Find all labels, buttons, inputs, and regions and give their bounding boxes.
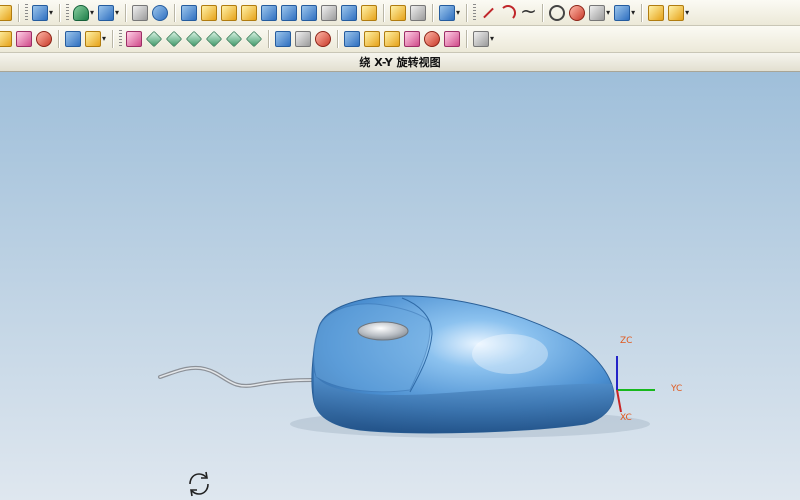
n-sided-icon[interactable] <box>85 31 101 47</box>
toolbar-separator <box>432 3 434 22</box>
view-title: 绕 X-Y 旋转视图 <box>0 53 800 72</box>
scroll-wheel <box>357 321 409 341</box>
project-curve-icon[interactable] <box>614 4 631 21</box>
toolbar-separator <box>268 30 270 48</box>
chevron-down-icon[interactable]: ▾ <box>456 8 460 17</box>
yc-axis-label: YC <box>671 384 683 394</box>
mouse-cable <box>158 365 314 388</box>
cylinder-icon[interactable] <box>32 4 48 21</box>
sweep-icon[interactable] <box>65 31 81 47</box>
bridge-icon[interactable] <box>315 31 332 47</box>
bounded-plane-icon[interactable] <box>126 31 143 47</box>
surface-icon[interactable] <box>0 31 12 47</box>
toolbar-separator <box>174 3 176 22</box>
toolbar-grip[interactable] <box>66 3 70 22</box>
snap-icon[interactable] <box>0 4 12 21</box>
sew-icon[interactable] <box>361 4 378 21</box>
mouse-buttons <box>313 303 431 393</box>
graphics-viewport[interactable]: ZC YC XC <box>0 72 800 500</box>
toolbar-separator <box>125 3 127 22</box>
toolbar-grip[interactable] <box>473 3 477 22</box>
match-edge-icon[interactable] <box>404 31 421 47</box>
chevron-down-icon[interactable]: ▾ <box>102 35 106 43</box>
chevron-down-icon[interactable]: ▾ <box>115 8 119 17</box>
chevron-down-icon[interactable]: ▾ <box>490 35 494 43</box>
circle-icon[interactable] <box>549 4 566 21</box>
toolbar-separator <box>542 3 544 22</box>
intersect-curve-icon[interactable] <box>668 4 685 21</box>
extrude-icon[interactable] <box>181 4 198 21</box>
toolbar-separator <box>58 30 59 48</box>
trim-body-icon[interactable] <box>321 4 338 21</box>
toolbar-separator <box>383 3 385 22</box>
patch-icon[interactable] <box>410 4 427 21</box>
chevron-down-icon[interactable]: ▾ <box>606 8 610 17</box>
chamfer-icon[interactable] <box>221 4 238 21</box>
xc-axis-label: XC <box>620 413 632 423</box>
toolbar-separator <box>59 3 61 22</box>
line-icon[interactable] <box>480 5 496 21</box>
offset-surface-icon[interactable] <box>205 30 223 48</box>
block-icon[interactable] <box>98 4 115 21</box>
shell-icon[interactable] <box>261 4 278 21</box>
rotate-surface-icon[interactable] <box>165 30 183 48</box>
offset-face-icon[interactable] <box>281 4 298 21</box>
xc-axis <box>616 389 622 413</box>
ruled-icon[interactable] <box>145 30 163 48</box>
toolbar-grip[interactable] <box>25 3 28 22</box>
enlarge-icon[interactable] <box>384 31 401 47</box>
global-shaping-icon[interactable] <box>344 31 361 47</box>
toolbar-separator <box>466 3 468 22</box>
boolean-unite-icon[interactable] <box>132 4 149 21</box>
split-body-icon[interactable] <box>341 4 358 21</box>
rotate-cursor-icon <box>189 471 209 497</box>
toolbar-row-1-icons: ▾ ▾ ▾ ▾ ▾ ▾ <box>0 0 691 25</box>
specular-highlight <box>472 334 548 374</box>
sphere-icon[interactable] <box>152 4 169 21</box>
toolbar-separator <box>18 3 19 22</box>
mesh-icon[interactable] <box>36 31 52 47</box>
chevron-down-icon[interactable]: ▾ <box>685 8 689 17</box>
text-curve-icon[interactable] <box>648 4 665 21</box>
x-form-icon[interactable] <box>364 31 381 47</box>
smooth-icon[interactable] <box>444 31 461 47</box>
refit-icon[interactable] <box>424 31 441 47</box>
toolbar-separator <box>112 30 114 48</box>
toolbar-separator <box>641 3 643 22</box>
curve-icon[interactable] <box>569 4 586 21</box>
silhouette-icon[interactable] <box>295 31 312 47</box>
law-extension-icon[interactable] <box>245 30 263 48</box>
model-scene <box>158 295 655 438</box>
chevron-down-icon[interactable]: ▾ <box>90 8 94 17</box>
trim-surface-icon[interactable] <box>225 30 243 48</box>
extension-icon[interactable] <box>185 30 203 48</box>
surface-analysis-icon[interactable] <box>473 31 490 47</box>
face-icon[interactable] <box>390 4 407 21</box>
arc-icon[interactable] <box>500 4 517 21</box>
zc-axis-label: ZC <box>620 336 633 346</box>
toolbar-row-2-icons: ▾ ▾ <box>0 26 496 52</box>
toolbar-separator <box>337 30 339 48</box>
through-curves-icon[interactable] <box>16 31 32 47</box>
chevron-down-icon[interactable]: ▾ <box>631 8 635 17</box>
toolbar-row-1: ▾ ▾ ▾ ▾ ▾ ▾ <box>0 0 800 26</box>
edit-feature-icon[interactable] <box>439 4 456 21</box>
toolbar-row-2: ▾ ▾ <box>0 26 800 53</box>
toolbar-grip[interactable] <box>119 30 123 48</box>
pattern-icon[interactable] <box>301 4 318 21</box>
spline-icon[interactable] <box>520 0 537 23</box>
point-icon[interactable] <box>589 4 606 21</box>
blend-icon[interactable] <box>201 4 218 21</box>
section-icon[interactable] <box>275 31 292 47</box>
chevron-down-icon[interactable]: ▾ <box>49 8 53 17</box>
toolbar-separator <box>466 30 468 48</box>
draft-icon[interactable] <box>241 4 258 21</box>
feature-icon[interactable] <box>73 4 90 21</box>
